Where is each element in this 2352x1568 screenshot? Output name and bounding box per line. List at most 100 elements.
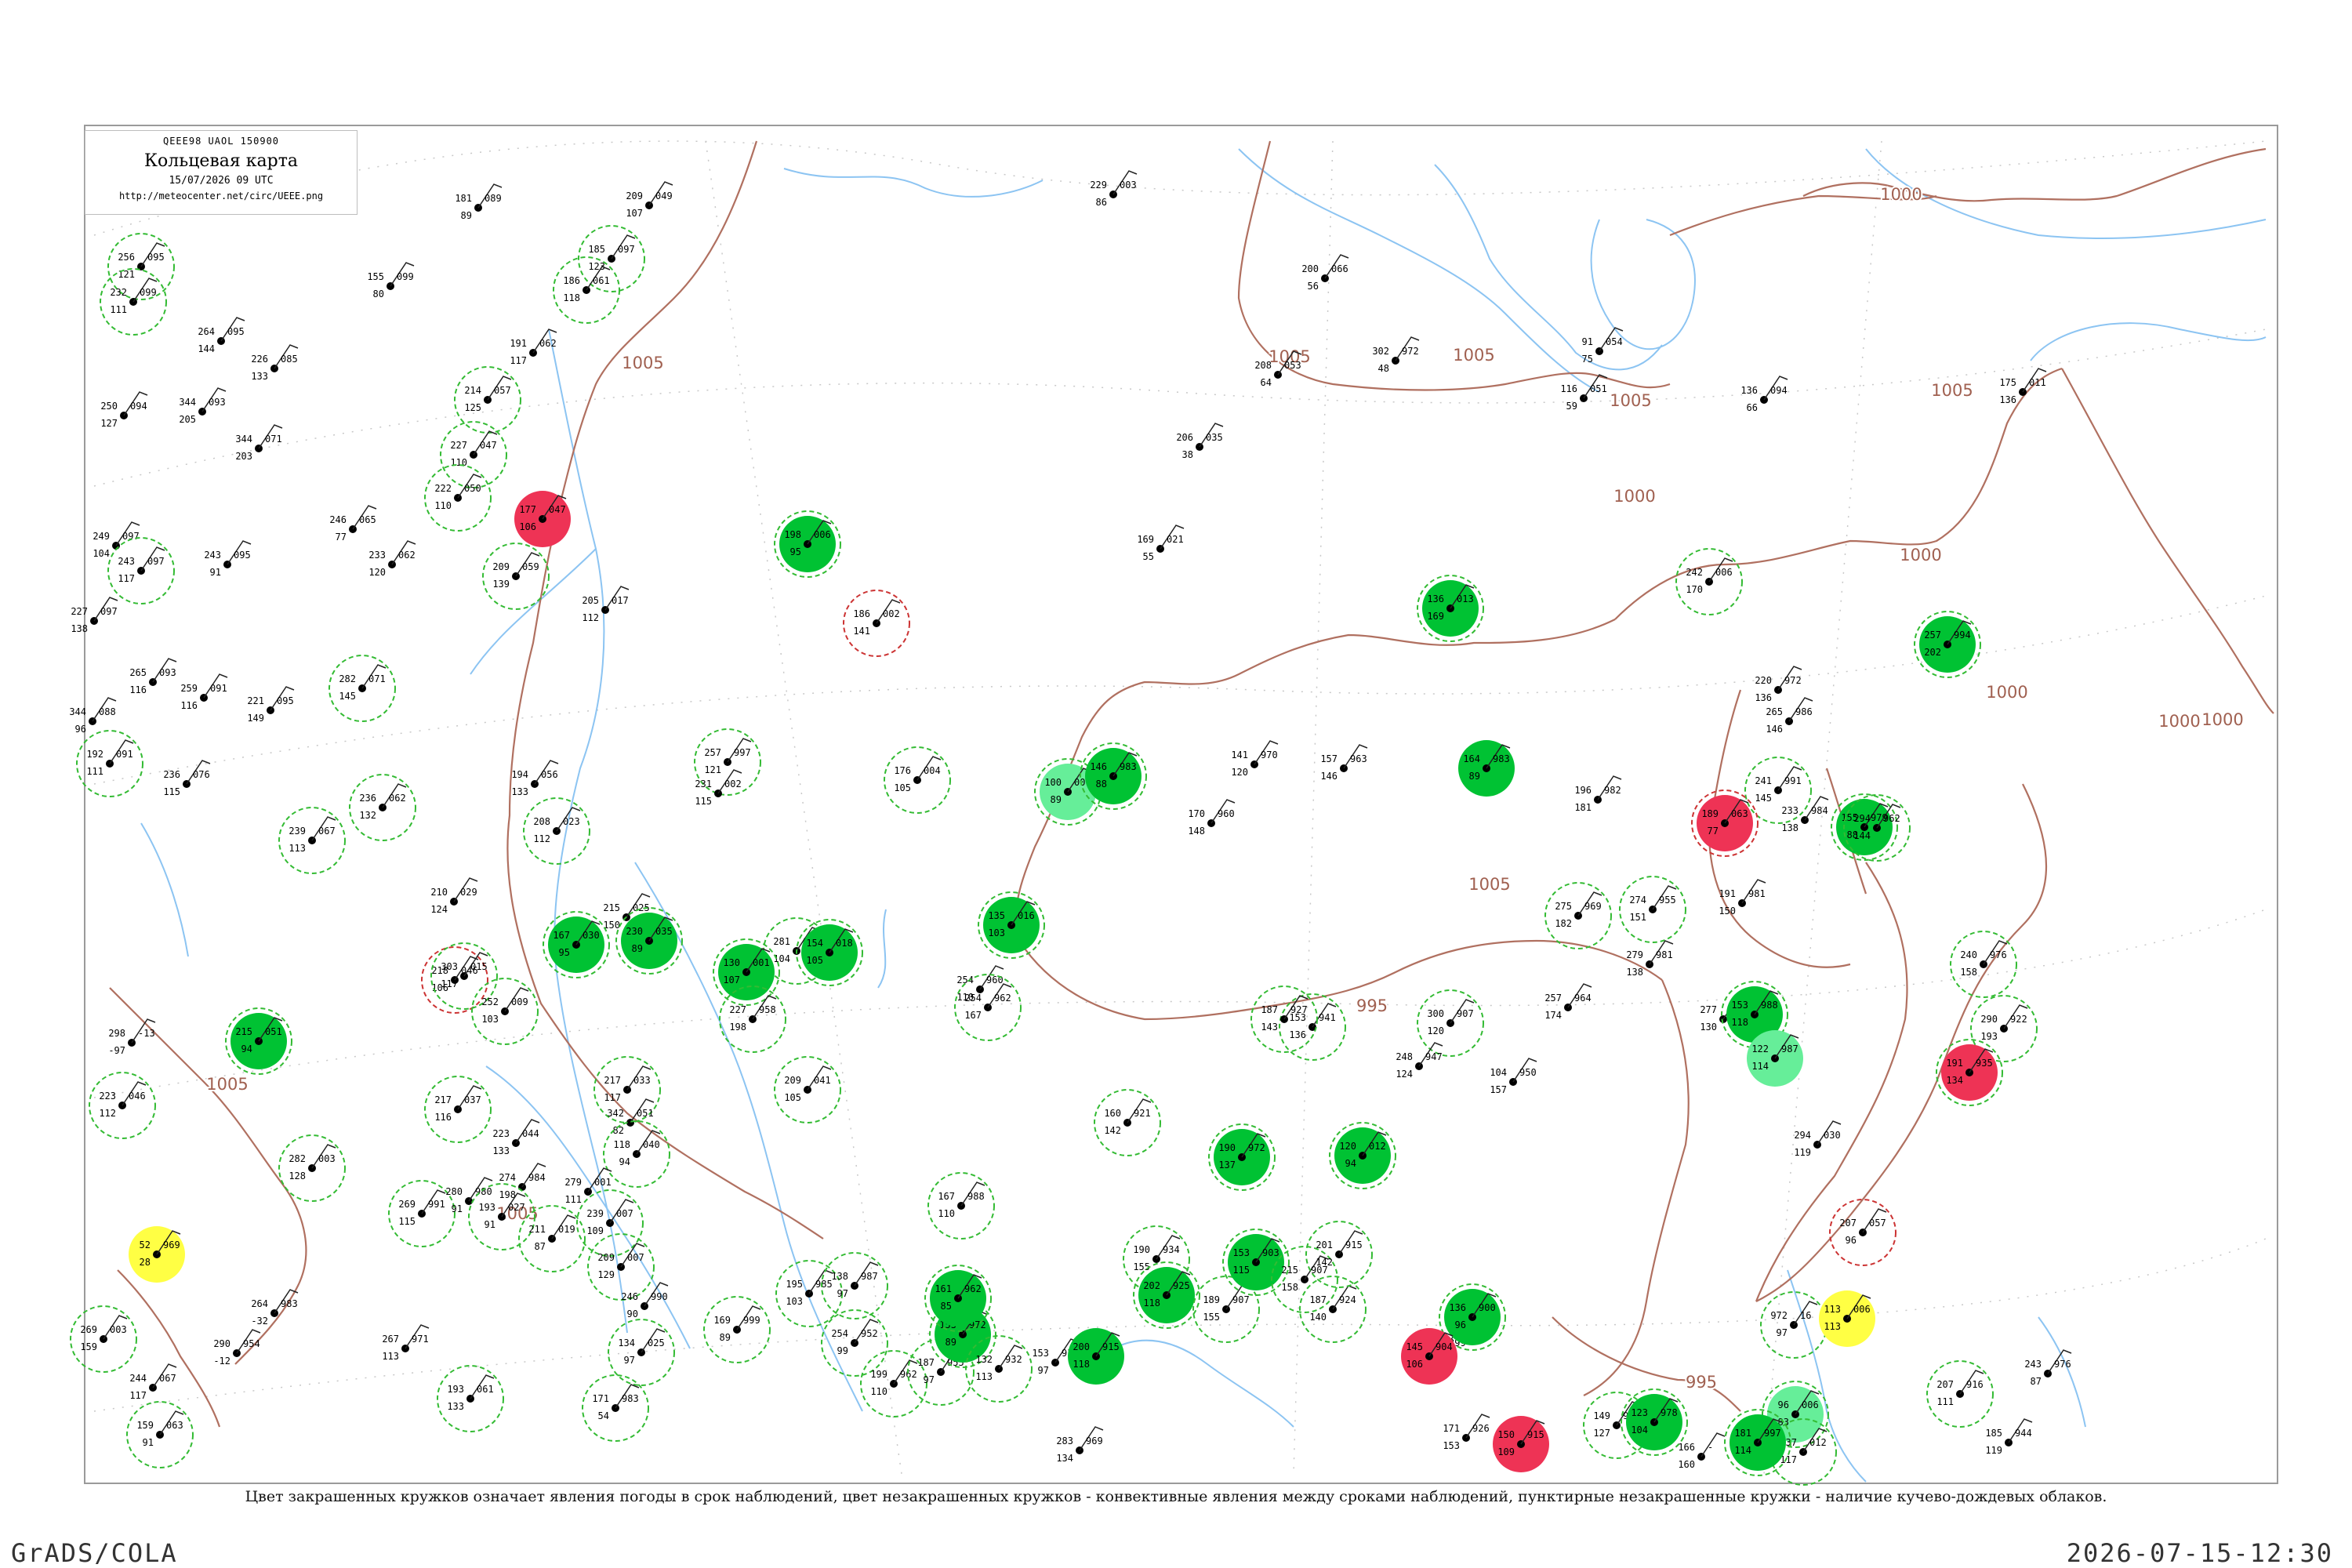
station-pressure: 962	[994, 993, 1011, 1004]
station-temperature: 227	[729, 1004, 746, 1015]
station-pressure: 004	[924, 765, 941, 776]
station-dewpoint: 148	[1188, 826, 1205, 837]
station-temperature: 215	[603, 902, 620, 913]
station-temperature: 170	[1188, 808, 1205, 819]
station-dewpoint: 89	[461, 210, 472, 221]
station-pressure: 976	[2054, 1359, 2071, 1370]
station-marker: 150 915 109	[1493, 1416, 1549, 1472]
station-temperature: 246	[621, 1291, 638, 1302]
station-dewpoint: 140	[1309, 1312, 1327, 1323]
station-pressure: 915	[1345, 1240, 1363, 1250]
isobar-label: 1005	[1453, 346, 1494, 365]
station-dewpoint: 94	[1345, 1158, 1356, 1169]
station-temperature: 243	[118, 556, 135, 567]
station-pressure: 907	[1232, 1294, 1250, 1305]
station-dewpoint: 104	[93, 548, 110, 559]
station-pressure: 924	[1339, 1294, 1356, 1305]
station-dewpoint: 117	[118, 573, 135, 584]
station-dewpoint: 59	[1566, 401, 1577, 412]
station-dewpoint: 120	[1231, 767, 1248, 778]
station-dewpoint: 158	[1281, 1282, 1298, 1293]
station-temperature: 250	[100, 401, 118, 412]
station-temperature: 215	[235, 1026, 252, 1037]
station-pressure: 983	[622, 1393, 639, 1404]
station-dewpoint: 119	[1794, 1147, 1811, 1158]
station-dewpoint: 198	[729, 1022, 746, 1033]
station-dewpoint: 146	[1766, 724, 1783, 735]
isobar-label: 1000	[1986, 683, 2027, 702]
station-dewpoint: 75	[1582, 354, 1593, 365]
station-temperature: 222	[434, 483, 452, 494]
station-temperature: 240	[1960, 949, 1977, 960]
station-dewpoint: 90	[627, 1308, 638, 1319]
station-dewpoint: 111	[1936, 1396, 1954, 1407]
station-temperature: 257	[1544, 993, 1562, 1004]
station-pressure: 094	[1770, 385, 1788, 396]
station-dewpoint: 117	[510, 355, 527, 366]
station-dewpoint: 38	[1182, 449, 1193, 460]
station-dewpoint: 134	[1056, 1453, 1073, 1464]
station-temperature: 191	[1719, 888, 1736, 899]
station-temperature: 154	[806, 938, 823, 949]
station-temperature: 303	[441, 961, 458, 972]
station-dewpoint: 97	[837, 1288, 848, 1299]
station-temperature: 214	[464, 385, 481, 396]
station-pressure: 006	[1802, 1399, 1819, 1410]
station-pressure: 927	[1290, 1004, 1308, 1015]
station-pressure: 041	[814, 1075, 831, 1086]
station-pressure: 054	[1606, 336, 1623, 347]
station-dewpoint: 105	[894, 782, 911, 793]
station-dewpoint: 99	[837, 1345, 848, 1356]
station-pressure: 030	[1824, 1130, 1841, 1141]
weather-map: 1005 100510051005100510051005100010001000…	[69, 125, 2278, 1486]
station-pressure: 941	[1319, 1012, 1336, 1023]
station-dewpoint: 160	[1678, 1459, 1695, 1470]
station-temperature: 155	[367, 271, 384, 282]
station-temperature: 113	[1824, 1304, 1841, 1315]
station-pressure: 047	[480, 440, 497, 451]
station-dewpoint: 133	[251, 371, 268, 382]
station-pressure: 007	[616, 1208, 633, 1219]
map-caption: Цвет закрашенных кружков означает явлени…	[245, 1488, 2107, 1505]
station-pressure: 066	[1331, 263, 1348, 274]
isobar-label: 1005	[622, 354, 663, 372]
station-pressure: 002	[724, 779, 742, 789]
station-temperature: 171	[592, 1393, 609, 1404]
station-pressure: 16	[1800, 1310, 1811, 1321]
station-temperature: 207	[1936, 1379, 1954, 1390]
station-pressure: 983	[281, 1298, 298, 1309]
station-dewpoint: 113	[289, 843, 306, 854]
station-dewpoint: 146	[1320, 771, 1338, 782]
station-temperature: 254	[831, 1328, 848, 1339]
station-temperature: 199	[870, 1369, 887, 1380]
station-dewpoint: 104	[1631, 1425, 1648, 1436]
station-dewpoint: 182	[1555, 918, 1572, 929]
station-pressure: 062	[398, 550, 416, 561]
station-temperature: 187	[1261, 1004, 1278, 1015]
station-temperature: 200	[1073, 1341, 1090, 1352]
station-pressure: 997	[1764, 1428, 1781, 1439]
station-dewpoint: 116	[180, 700, 198, 711]
station-dewpoint: 91	[452, 1203, 463, 1214]
station-temperature: 344	[179, 397, 196, 408]
station-temperature: 164	[1463, 753, 1480, 764]
station-pressure: 063	[166, 1420, 183, 1431]
station-pressure: 095	[227, 326, 245, 337]
station-temperature: 269	[80, 1324, 97, 1335]
station-dewpoint: 111	[110, 304, 127, 315]
station-temperature: 189	[1203, 1294, 1220, 1305]
station-pressure: 057	[1869, 1218, 1886, 1229]
station-temperature: 342	[607, 1108, 624, 1119]
station-pressure: 991	[1784, 775, 1802, 786]
station-temperature: 149	[1593, 1410, 1610, 1421]
station-pressure: 971	[412, 1334, 429, 1345]
station-temperature: 281	[773, 936, 790, 947]
station-dewpoint: 181	[1574, 802, 1592, 813]
station-pressure: 012	[1809, 1437, 1827, 1448]
station-pressure: 027	[508, 1202, 525, 1213]
station-dewpoint: 96	[75, 724, 86, 735]
station-pressure: 003	[318, 1153, 336, 1164]
station-temperature: 264	[251, 1298, 268, 1309]
station-temperature: 269	[398, 1199, 416, 1210]
station-temperature: 302	[1372, 346, 1389, 357]
